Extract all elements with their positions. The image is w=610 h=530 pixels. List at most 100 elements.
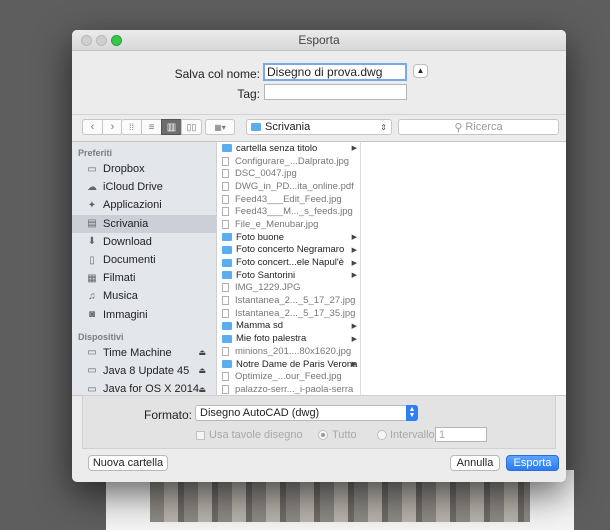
folder-row[interactable]: Foto Santorini ▶ bbox=[217, 269, 360, 282]
sidebar-item-java-8-update-45[interactable]: ▭ Java 8 Update 45 ⏏ bbox=[72, 362, 216, 380]
cloud-icon: ☁ bbox=[87, 181, 97, 193]
sidebar-item-scrivania[interactable]: ▤ Scrivania bbox=[72, 214, 216, 233]
cover-flow-button[interactable]: ▯▯ bbox=[181, 119, 202, 135]
range-field[interactable]: 1 bbox=[435, 427, 487, 442]
folder-row[interactable]: cartella senza titolo ▶ bbox=[217, 142, 360, 155]
format-popup[interactable]: Disegno AutoCAD (dwg) ▲ ▼ bbox=[195, 405, 418, 421]
file-icon bbox=[222, 346, 229, 356]
file-name: Feed43___Edit_Feed.jpg bbox=[235, 193, 342, 205]
file-row[interactable]: Feed43___Edit_Feed.jpg bbox=[217, 193, 360, 206]
save-as-field[interactable]: Disegno di prova.dwg bbox=[263, 63, 407, 81]
file-name: Feed43___M..._s_feeds.jpg bbox=[235, 206, 353, 218]
disclosure-arrow-icon: ▶ bbox=[351, 322, 357, 330]
folder-row[interactable]: Mamma sd ▶ bbox=[217, 320, 360, 333]
file-icon bbox=[222, 384, 229, 394]
file-row[interactable]: minions_201....80x1620.jpg bbox=[217, 345, 360, 358]
file-row[interactable]: Istantanea_2..._5_17_35.jpg bbox=[217, 307, 360, 320]
file-icon bbox=[222, 156, 229, 166]
expand-dialog-button[interactable]: ▲ bbox=[413, 64, 428, 78]
file-name: Notre Dame de Paris Verona bbox=[236, 358, 358, 370]
file-icon bbox=[222, 283, 229, 293]
disclosure-arrow-icon: ▶ bbox=[351, 259, 357, 267]
range-radio[interactable] bbox=[377, 430, 387, 440]
sidebar-item-dropbox[interactable]: ▭ Dropbox bbox=[72, 160, 216, 178]
disclosure-arrow-icon: ▶ bbox=[351, 234, 357, 242]
icon-view-button[interactable]: ⁞⁞ bbox=[121, 119, 142, 135]
folder-row[interactable]: Foto concerto Negramaro ▶ bbox=[217, 244, 360, 257]
file-name: Mamma sd bbox=[236, 320, 283, 332]
folder-row[interactable]: Foto buone ▶ bbox=[217, 231, 360, 244]
arrange-icon: ▦▾ bbox=[214, 122, 226, 132]
title-bar: Esporta bbox=[72, 30, 566, 51]
file-name: Foto Santorini bbox=[236, 269, 296, 281]
drive-icon: ▭ bbox=[87, 347, 97, 359]
arrange-button[interactable]: ▦▾ bbox=[205, 119, 235, 135]
forward-button[interactable]: › bbox=[102, 119, 123, 135]
file-name: Foto concert...ele Napul'è bbox=[236, 257, 344, 269]
cancel-button[interactable]: Annulla bbox=[450, 455, 500, 471]
location-popup[interactable]: Scrivania ⇕ bbox=[246, 119, 392, 135]
disclosure-arrow-icon: ▶ bbox=[351, 335, 357, 343]
sidebar-item-time-machine[interactable]: ▭ Time Machine ⏏ bbox=[72, 344, 216, 362]
folder-icon bbox=[251, 123, 261, 131]
file-row[interactable]: DWG_in_PD...ita_online.pdf bbox=[217, 180, 360, 193]
location-label: Scrivania bbox=[265, 121, 311, 133]
eject-icon[interactable]: ⏏ bbox=[198, 348, 206, 357]
pictures-icon: ◙ bbox=[88, 309, 96, 321]
popup-arrows-icon: ▲ ▼ bbox=[406, 405, 418, 421]
folder-icon bbox=[222, 271, 232, 280]
sidebar-item-documenti[interactable]: ▯ Documenti bbox=[72, 251, 216, 269]
sidebar-item-java-for-os-x-2014[interactable]: ▭ Java for OS X 2014 ⏏ bbox=[72, 380, 216, 395]
file-row[interactable]: Feed43___M..._s_feeds.jpg bbox=[217, 205, 360, 218]
file-icon bbox=[222, 219, 229, 229]
folder-row[interactable]: Notre Dame de Paris Verona ▶ bbox=[217, 358, 360, 371]
disclosure-arrow-icon: ▶ bbox=[351, 272, 357, 280]
file-icon bbox=[222, 308, 229, 318]
file-row[interactable]: IMG_1229.JPG bbox=[217, 282, 360, 295]
use-layouts-checkbox[interactable] bbox=[196, 431, 205, 440]
tag-field[interactable] bbox=[264, 84, 407, 100]
sidebar-item-immagini[interactable]: ◙ Immagini bbox=[72, 306, 216, 324]
file-name: palazzo-serr..._i-paola-serra bbox=[235, 383, 354, 395]
list-view-button[interactable]: ≡ bbox=[141, 119, 162, 135]
sidebar-item-musica[interactable]: ♫ Musica bbox=[72, 287, 216, 305]
music-icon: ♫ bbox=[88, 290, 96, 302]
file-name: Foto buone bbox=[236, 231, 285, 243]
sidebar-item-label: Download bbox=[103, 235, 152, 248]
eject-icon[interactable]: ⏏ bbox=[198, 385, 206, 394]
popup-arrows-icon: ⇕ bbox=[380, 122, 387, 132]
file-row[interactable]: palazzo-serr..._i-paola-serra bbox=[217, 383, 360, 395]
file-row[interactable]: File_e_Menubar.jpg bbox=[217, 218, 360, 231]
sidebar-item-icloud-drive[interactable]: ☁ iCloud Drive bbox=[72, 178, 216, 196]
sidebar-item-label: Musica bbox=[103, 290, 138, 303]
file-row[interactable]: Istantanea_2..._5_17_27.jpg bbox=[217, 294, 360, 307]
folder-row[interactable]: Mie foto palestra ▶ bbox=[217, 332, 360, 345]
format-label: Formato: bbox=[143, 408, 192, 422]
tag-label: Tag: bbox=[237, 87, 260, 101]
back-button[interactable]: ‹ bbox=[82, 119, 103, 135]
export-button[interactable]: Esporta bbox=[506, 455, 559, 471]
sidebar-item-filmati[interactable]: ▦ Filmati bbox=[72, 269, 216, 287]
new-folder-button[interactable]: Nuova cartella bbox=[88, 455, 168, 471]
format-value: Disegno AutoCAD (dwg) bbox=[200, 407, 320, 419]
sidebar-item-label: Documenti bbox=[103, 254, 156, 267]
file-icon bbox=[222, 296, 229, 306]
file-icon bbox=[222, 169, 229, 179]
use-layouts-label: Usa tavole disegno bbox=[209, 429, 303, 441]
eject-icon[interactable]: ⏏ bbox=[198, 366, 206, 375]
folder-row[interactable]: Foto concert...ele Napul'è ▶ bbox=[217, 256, 360, 269]
search-field[interactable]: ⚲ Ricerca bbox=[398, 119, 559, 135]
file-row[interactable]: DSC_0047.jpg bbox=[217, 167, 360, 180]
background-photo bbox=[150, 482, 530, 522]
file-name: Optimize_...our_Feed.jpg bbox=[235, 371, 342, 383]
column-view-button[interactable]: ▥ bbox=[161, 119, 182, 135]
sidebar-item-download[interactable]: ⬇ Download bbox=[72, 233, 216, 251]
chevron-right-icon: › bbox=[110, 121, 115, 133]
all-radio[interactable] bbox=[318, 430, 328, 440]
file-browser: Preferiti ▭ Dropbox ☁ iCloud Drive ✦ Applicaz… bbox=[72, 141, 566, 396]
sidebar-item-applicazioni[interactable]: ✦ Applicazioni bbox=[72, 196, 216, 214]
export-dialog: Esporta Salva col nome: Disegno di prova… bbox=[72, 30, 566, 482]
file-row[interactable]: Optimize_...our_Feed.jpg bbox=[217, 370, 360, 383]
file-row[interactable]: Configurare_...Dalprato.jpg bbox=[217, 155, 360, 168]
download-icon: ⬇ bbox=[87, 236, 97, 248]
